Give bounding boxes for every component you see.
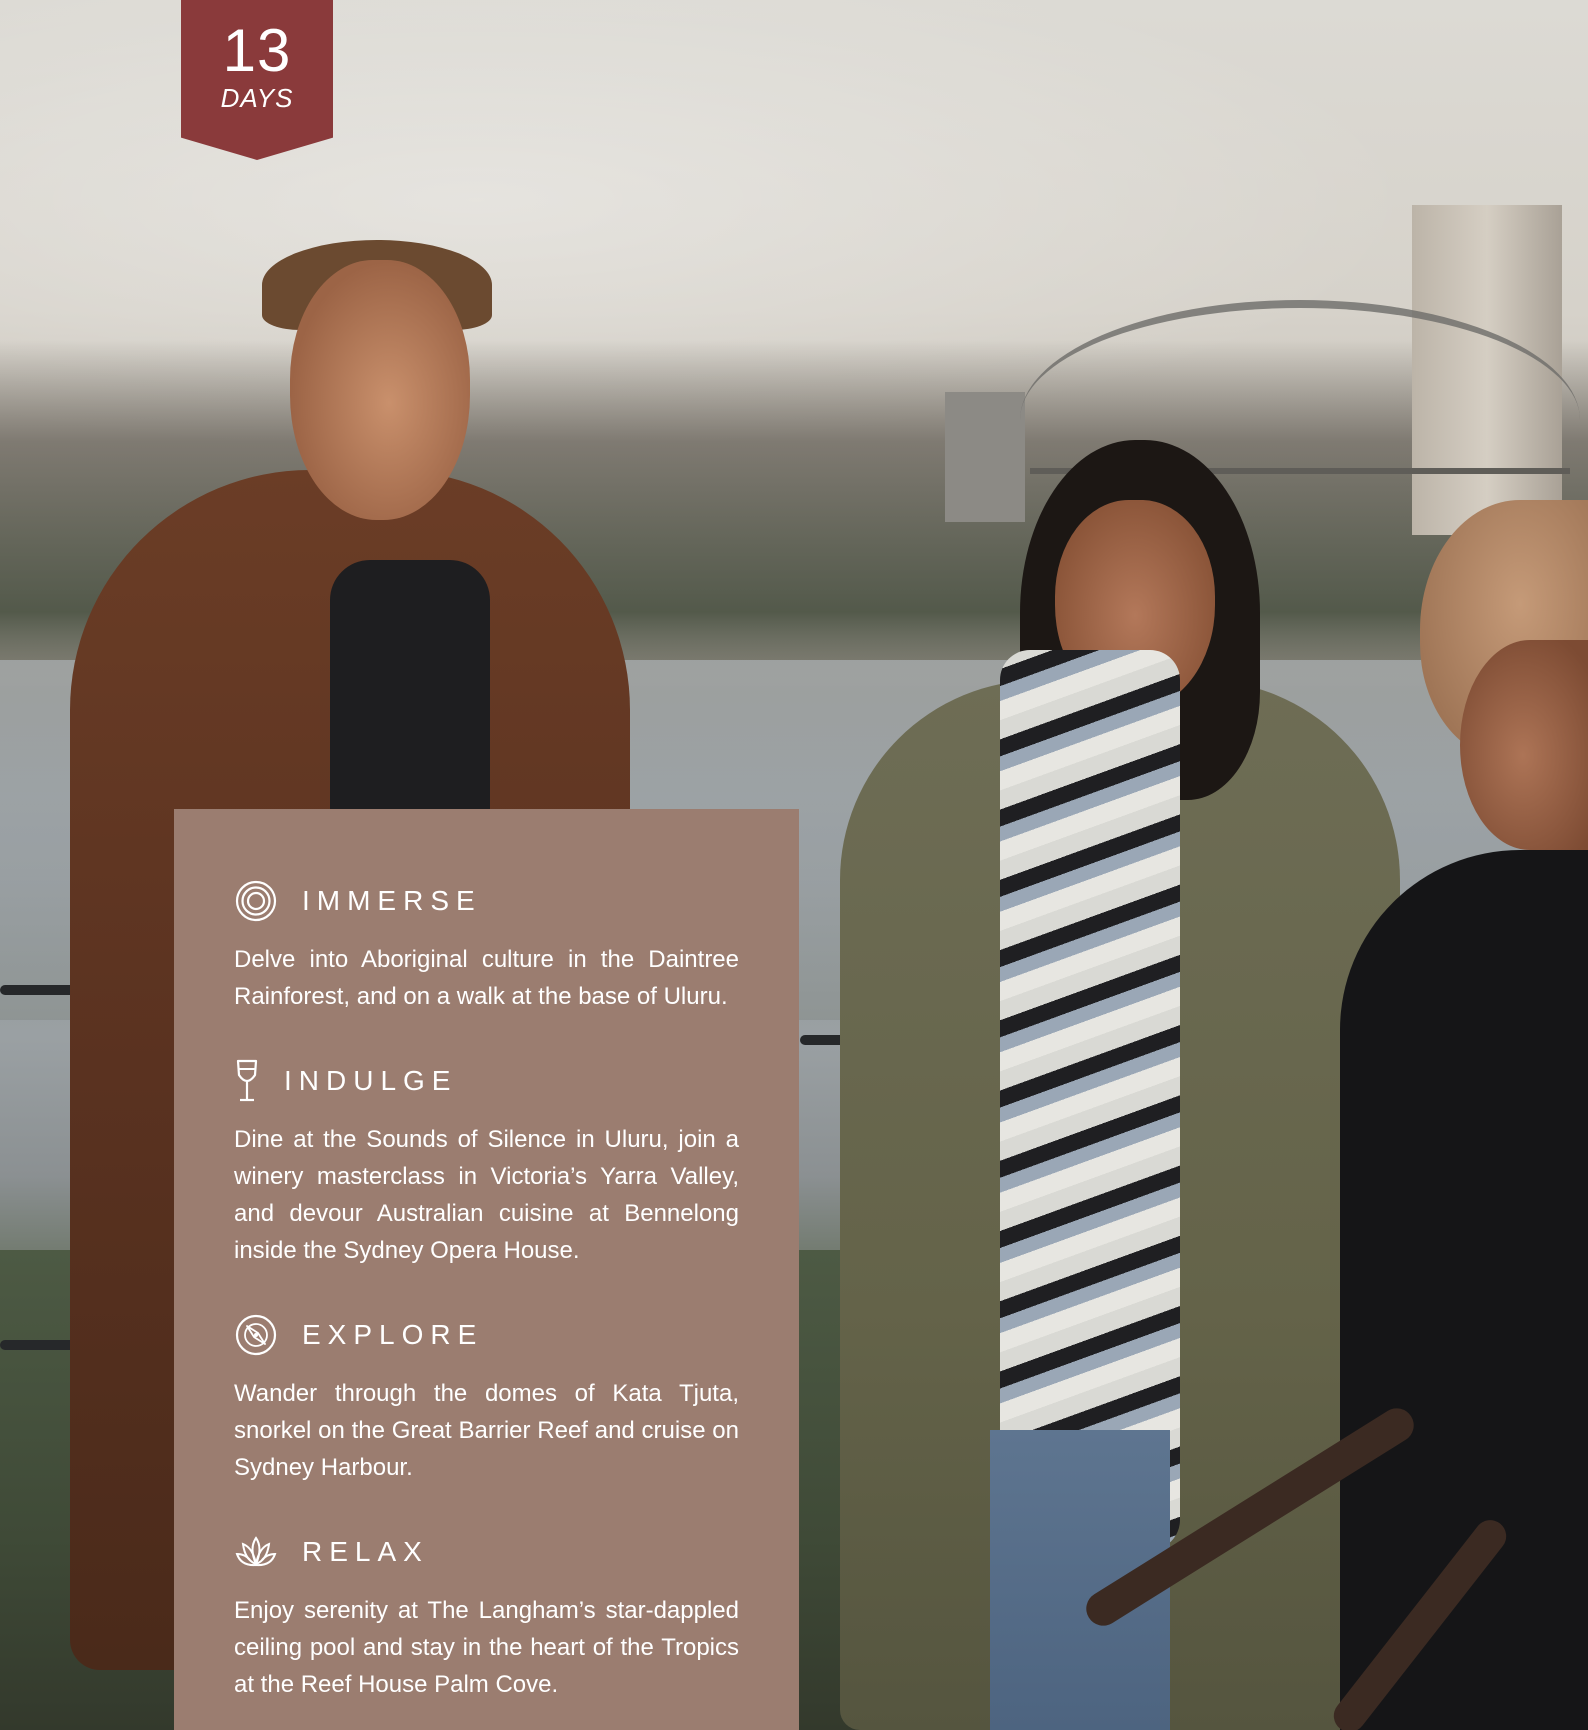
section-title: EXPLORE [302, 1319, 484, 1350]
lotus-icon [234, 1530, 278, 1574]
section-immerse: IMMERSE Delve into Aboriginal culture in… [234, 879, 739, 1015]
section-heading: IMMERSE [234, 879, 739, 923]
days-number: 13 [222, 17, 292, 84]
section-indulge: INDULGE Dine at the Sounds of Silence in… [234, 1059, 739, 1269]
section-text: Enjoy serenity at The Langham’s star-dap… [234, 1597, 739, 1698]
section-text: Dine at the Sounds of Silence in Uluru, … [234, 1126, 739, 1264]
compass-icon [234, 1313, 278, 1357]
section-title: IMMERSE [302, 885, 482, 916]
section-explore: EXPLORE Wander through the domes of Kata… [234, 1313, 739, 1486]
concentric-circles-icon [234, 879, 278, 923]
wine-glass-icon [234, 1059, 260, 1103]
elder-figure [1340, 850, 1588, 1730]
days-label: DAYS [220, 83, 294, 113]
section-title: RELAX [302, 1536, 429, 1567]
elder-face [1460, 640, 1588, 850]
section-text: Wander through the domes of Kata Tjuta, … [234, 1380, 739, 1481]
section-heading: INDULGE [234, 1059, 739, 1103]
bridge-pylon [945, 392, 1025, 522]
woman-scarf [1000, 650, 1180, 1550]
man-face [290, 260, 470, 520]
section-heading: EXPLORE [234, 1313, 739, 1357]
days-badge: 13 DAYS [181, 0, 333, 160]
section-text: Delve into Aboriginal culture in the Dai… [234, 946, 739, 1010]
section-relax: RELAX Enjoy serenity at The Langham’s st… [234, 1530, 739, 1703]
highlights-panel: IMMERSE Delve into Aboriginal culture in… [174, 809, 799, 1730]
section-heading: RELAX [234, 1530, 739, 1574]
section-title: INDULGE [284, 1065, 458, 1096]
